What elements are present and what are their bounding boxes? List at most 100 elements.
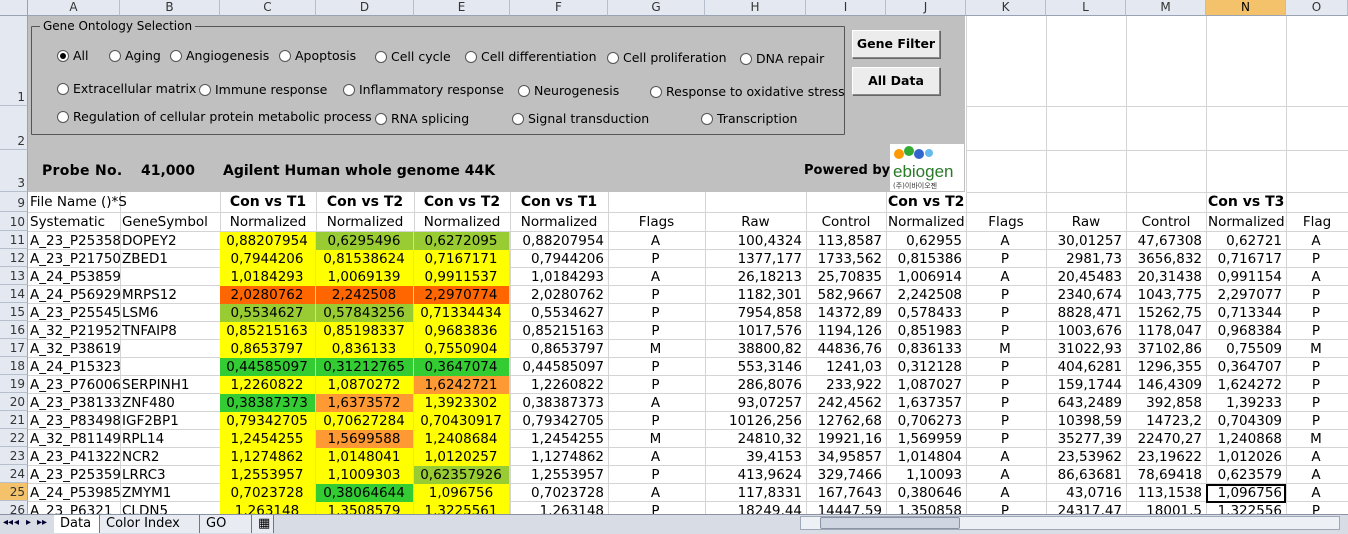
table-cell[interactable]: 0,57843256 [316, 304, 414, 322]
table-cell[interactable]: 35277,39 [1046, 430, 1126, 448]
table-cell[interactable]: 100,4324 [705, 232, 806, 250]
table-cell[interactable]: 146,4309 [1126, 376, 1206, 394]
table-cell[interactable]: 34,95857 [806, 448, 886, 466]
table-cell[interactable]: 2,297077 [1206, 286, 1286, 304]
table-cell[interactable]: A_23_P76006 [28, 376, 120, 394]
column-header-h[interactable]: H [705, 0, 806, 16]
table-cell[interactable]: 0,71334434 [414, 304, 510, 322]
table-cell[interactable]: 93,07257 [705, 394, 806, 412]
table-cell[interactable]: 2,0280762 [510, 286, 608, 304]
radio-circle[interactable] [57, 49, 69, 62]
select-all-corner[interactable] [0, 0, 28, 16]
table-cell[interactable]: 24810,32 [705, 430, 806, 448]
column-header-o[interactable]: O [1286, 0, 1348, 16]
table-cell[interactable]: 1,0870272 [316, 376, 414, 394]
table-cell[interactable]: A_23_P38133 [28, 394, 120, 412]
table-cell[interactable]: P [1286, 358, 1348, 376]
table-cell[interactable]: 392,858 [1126, 394, 1206, 412]
radio-response-to-oxidative-stress[interactable]: Response to oxidative stress [650, 84, 845, 99]
table-cell[interactable]: 0,38387373 [220, 394, 316, 412]
table-cell[interactable]: 0,623579 [1206, 466, 1286, 484]
table-cell[interactable]: 0,38387373 [510, 394, 608, 412]
table-cell[interactable]: 1,1274862 [220, 448, 316, 466]
radio-all[interactable]: All [57, 48, 89, 63]
table-cell[interactable]: 0,38064644 [316, 484, 414, 502]
table-cell[interactable]: 1377,177 [705, 250, 806, 268]
table-cell[interactable]: P [966, 412, 1046, 430]
table-cell[interactable]: P [608, 304, 705, 322]
table-cell[interactable]: P [966, 358, 1046, 376]
table-cell[interactable]: 22470,27 [1126, 430, 1206, 448]
table-cell[interactable]: P [1286, 394, 1348, 412]
row-header-17[interactable]: 17 [0, 339, 28, 357]
table-cell[interactable]: P [608, 466, 705, 484]
sheet-nav-first-icon[interactable]: ◂◂ [3, 517, 13, 528]
table-cell[interactable]: P [966, 286, 1046, 304]
table-cell[interactable]: 553,3146 [705, 358, 806, 376]
row-header-15[interactable]: 15 [0, 303, 28, 321]
column-header-j[interactable]: J [886, 0, 966, 16]
column-header-b[interactable]: B [120, 0, 220, 16]
row-header-25[interactable]: 25 [0, 483, 28, 501]
table-cell[interactable]: A [1286, 484, 1348, 502]
table-cell[interactable]: P [608, 250, 705, 268]
table-cell[interactable]: A [608, 484, 705, 502]
table-cell[interactable]: MRPS12 [120, 286, 220, 304]
table-cell[interactable]: A_23_P21750 [28, 250, 120, 268]
table-cell[interactable]: 404,6281 [1046, 358, 1126, 376]
table-cell[interactable]: 1296,355 [1126, 358, 1206, 376]
table-cell[interactable]: 113,1538 [1126, 484, 1206, 502]
row-header-14[interactable]: 14 [0, 285, 28, 303]
table-cell[interactable]: 0,380646 [886, 484, 966, 502]
table-cell[interactable]: 0,85215163 [220, 322, 316, 340]
table-cell[interactable]: A [608, 394, 705, 412]
radio-dna-repair[interactable]: DNA repair [740, 51, 824, 66]
table-cell[interactable]: A [966, 268, 1046, 286]
table-cell[interactable]: A_23_P83498 [28, 412, 120, 430]
table-cell[interactable]: A_24_P153234 [28, 358, 120, 376]
table-cell[interactable]: P [966, 394, 1046, 412]
spreadsheet[interactable]: A B C D E F G H I J K L M N O 1 2 3 9 10 Gene Ontology Selec… [0, 0, 1348, 534]
table-cell[interactable]: 1,2408684 [414, 430, 510, 448]
table-cell[interactable]: NCR2 [120, 448, 220, 466]
table-cell[interactable]: 0,815386 [886, 250, 966, 268]
table-cell[interactable]: 0,8653797 [220, 340, 316, 358]
table-cell[interactable]: P [1286, 250, 1348, 268]
table-cell[interactable]: P [966, 376, 1046, 394]
table-cell[interactable]: 1,1009303 [316, 466, 414, 484]
table-cell[interactable]: 1241,03 [806, 358, 886, 376]
radio-apoptosis[interactable]: Apoptosis [279, 48, 356, 63]
table-cell[interactable]: 0,85198337 [316, 322, 414, 340]
table-cell[interactable]: 0,8653797 [510, 340, 608, 358]
table-cell[interactable]: 1,6242721 [414, 376, 510, 394]
table-cell[interactable]: 0,836133 [886, 340, 966, 358]
table-cell[interactable]: A [608, 232, 705, 250]
radio-regulation-of-cellular-protein-metabolic-process[interactable]: Regulation of cellular protein metabolic… [57, 109, 372, 124]
table-cell[interactable]: 15262,75 [1126, 304, 1206, 322]
table-cell[interactable]: 0,62357926 [414, 466, 510, 484]
table-cell[interactable]: 1,087027 [886, 376, 966, 394]
table-cell[interactable]: M [608, 340, 705, 358]
sheet-tab-data[interactable]: Data [54, 515, 100, 533]
table-cell[interactable]: 0,5534627 [220, 304, 316, 322]
table-cell[interactable]: P [966, 322, 1046, 340]
table-cell[interactable]: 2340,674 [1046, 286, 1126, 304]
table-cell[interactable]: P [966, 430, 1046, 448]
table-cell[interactable]: 1,0069139 [316, 268, 414, 286]
table-cell[interactable]: 30,01257 [1046, 232, 1126, 250]
row-header-19[interactable]: 19 [0, 375, 28, 393]
table-cell[interactable]: 2,0280762 [220, 286, 316, 304]
table-cell[interactable]: 0,79342705 [220, 412, 316, 430]
radio-rna-splicing[interactable]: RNA splicing [375, 111, 469, 126]
table-cell[interactable]: 12762,68 [806, 412, 886, 430]
table-cell[interactable]: P [1286, 412, 1348, 430]
table-cell[interactable]: 1,569959 [886, 430, 966, 448]
column-header-k[interactable]: K [966, 0, 1046, 16]
table-cell[interactable]: ZNF480 [120, 394, 220, 412]
row-header-13[interactable]: 13 [0, 267, 28, 285]
radio-circle[interactable] [740, 52, 752, 65]
table-cell[interactable]: P [608, 322, 705, 340]
table-cell[interactable]: M [966, 340, 1046, 358]
column-header-m[interactable]: M [1126, 0, 1206, 16]
table-cell[interactable]: A [1286, 232, 1348, 250]
